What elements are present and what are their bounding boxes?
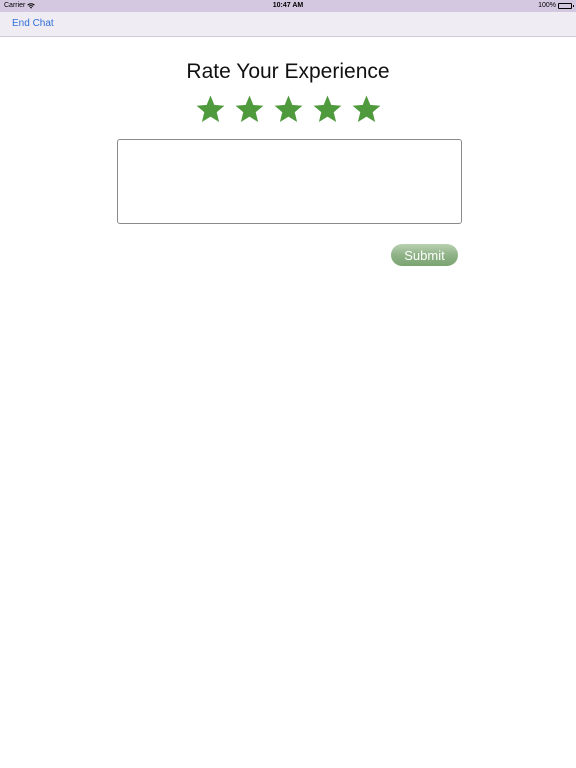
star-rating	[0, 95, 576, 124]
battery-icon	[558, 2, 574, 9]
star-icon[interactable]	[235, 95, 264, 124]
end-chat-button[interactable]: End Chat	[12, 18, 54, 29]
page-title: Rate Your Experience	[186, 60, 390, 83]
nav-bar: End Chat	[0, 12, 576, 37]
star-icon[interactable]	[352, 95, 381, 124]
star-icon[interactable]	[196, 95, 225, 124]
star-icon[interactable]	[274, 95, 303, 124]
comment-input[interactable]	[117, 139, 462, 224]
star-icon[interactable]	[313, 95, 342, 124]
status-battery: 100%	[538, 2, 574, 9]
submit-button[interactable]: Submit	[391, 244, 458, 266]
battery-percent: 100%	[538, 2, 556, 9]
status-bar: Carrier 10:47 AM 100%	[0, 0, 576, 12]
status-time: 10:47 AM	[272, 2, 304, 9]
